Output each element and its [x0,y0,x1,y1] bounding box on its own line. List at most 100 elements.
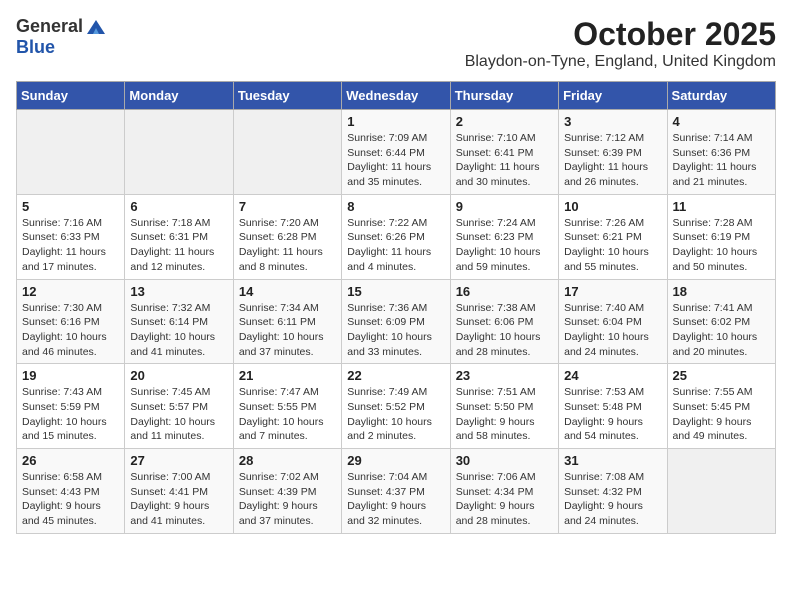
day-number: 26 [22,453,119,468]
calendar-week-5: 26 Sunrise: 6:58 AM Sunset: 4:43 PM Dayli… [17,449,776,534]
calendar-cell [667,449,775,534]
calendar-cell: 15 Sunrise: 7:36 AM Sunset: 6:09 PM Dayli… [342,279,450,364]
location-text: Blaydon-on-Tyne, England, United Kingdom [465,53,776,71]
day-info: Sunrise: 7:47 AM Sunset: 5:55 PM Dayligh… [239,385,336,444]
day-number: 17 [564,284,661,299]
weekday-header-sunday: Sunday [17,82,125,110]
month-title: October 2025 [465,16,776,53]
day-info: Sunrise: 7:26 AM Sunset: 6:21 PM Dayligh… [564,216,661,275]
logo-blue-text: Blue [16,37,55,57]
day-number: 30 [456,453,553,468]
day-number: 7 [239,199,336,214]
day-info: Sunrise: 7:02 AM Sunset: 4:39 PM Dayligh… [239,470,336,529]
calendar-cell: 17 Sunrise: 7:40 AM Sunset: 6:04 PM Dayli… [559,279,667,364]
day-number: 11 [673,199,770,214]
logo: General Blue [16,16,107,58]
day-info: Sunrise: 7:16 AM Sunset: 6:33 PM Dayligh… [22,216,119,275]
day-number: 23 [456,368,553,383]
day-info: Sunrise: 7:32 AM Sunset: 6:14 PM Dayligh… [130,301,227,360]
day-info: Sunrise: 7:38 AM Sunset: 6:06 PM Dayligh… [456,301,553,360]
day-number: 29 [347,453,444,468]
calendar-cell: 29 Sunrise: 7:04 AM Sunset: 4:37 PM Dayli… [342,449,450,534]
day-info: Sunrise: 7:43 AM Sunset: 5:59 PM Dayligh… [22,385,119,444]
day-number: 1 [347,114,444,129]
day-number: 12 [22,284,119,299]
calendar-cell: 13 Sunrise: 7:32 AM Sunset: 6:14 PM Dayli… [125,279,233,364]
day-number: 28 [239,453,336,468]
day-number: 6 [130,199,227,214]
calendar-cell: 12 Sunrise: 7:30 AM Sunset: 6:16 PM Dayli… [17,279,125,364]
day-number: 22 [347,368,444,383]
day-number: 24 [564,368,661,383]
calendar-cell: 27 Sunrise: 7:00 AM Sunset: 4:41 PM Dayli… [125,449,233,534]
day-info: Sunrise: 7:40 AM Sunset: 6:04 PM Dayligh… [564,301,661,360]
calendar-cell: 26 Sunrise: 6:58 AM Sunset: 4:43 PM Dayli… [17,449,125,534]
calendar-cell: 23 Sunrise: 7:51 AM Sunset: 5:50 PM Dayli… [450,364,558,449]
calendar-cell: 20 Sunrise: 7:45 AM Sunset: 5:57 PM Dayli… [125,364,233,449]
day-info: Sunrise: 7:45 AM Sunset: 5:57 PM Dayligh… [130,385,227,444]
day-info: Sunrise: 6:58 AM Sunset: 4:43 PM Dayligh… [22,470,119,529]
day-info: Sunrise: 7:34 AM Sunset: 6:11 PM Dayligh… [239,301,336,360]
day-info: Sunrise: 7:00 AM Sunset: 4:41 PM Dayligh… [130,470,227,529]
calendar-cell: 14 Sunrise: 7:34 AM Sunset: 6:11 PM Dayli… [233,279,341,364]
day-number: 20 [130,368,227,383]
day-number: 14 [239,284,336,299]
day-info: Sunrise: 7:41 AM Sunset: 6:02 PM Dayligh… [673,301,770,360]
calendar-cell: 5 Sunrise: 7:16 AM Sunset: 6:33 PM Daylig… [17,194,125,279]
day-info: Sunrise: 7:22 AM Sunset: 6:26 PM Dayligh… [347,216,444,275]
weekday-header-tuesday: Tuesday [233,82,341,110]
calendar-week-4: 19 Sunrise: 7:43 AM Sunset: 5:59 PM Dayli… [17,364,776,449]
day-info: Sunrise: 7:36 AM Sunset: 6:09 PM Dayligh… [347,301,444,360]
calendar-week-2: 5 Sunrise: 7:16 AM Sunset: 6:33 PM Daylig… [17,194,776,279]
day-number: 18 [673,284,770,299]
calendar-cell: 1 Sunrise: 7:09 AM Sunset: 6:44 PM Daylig… [342,110,450,195]
day-number: 16 [456,284,553,299]
day-info: Sunrise: 7:04 AM Sunset: 4:37 PM Dayligh… [347,470,444,529]
calendar-cell: 7Sunrise: 7:20 AM Sunset: 6:28 PM Daylig… [233,194,341,279]
day-number: 25 [673,368,770,383]
day-number: 5 [22,199,119,214]
calendar-cell: 10 Sunrise: 7:26 AM Sunset: 6:21 PM Dayli… [559,194,667,279]
calendar-cell: 24 Sunrise: 7:53 AM Sunset: 5:48 PM Dayli… [559,364,667,449]
calendar-week-3: 12 Sunrise: 7:30 AM Sunset: 6:16 PM Dayli… [17,279,776,364]
day-info: Sunrise: 7:51 AM Sunset: 5:50 PM Dayligh… [456,385,553,444]
day-info: Sunrise: 7:53 AM Sunset: 5:48 PM Dayligh… [564,385,661,444]
calendar-cell: 16 Sunrise: 7:38 AM Sunset: 6:06 PM Dayli… [450,279,558,364]
calendar-cell: 22 Sunrise: 7:49 AM Sunset: 5:52 PM Dayli… [342,364,450,449]
calendar-table: SundayMondayTuesdayWednesdayThursdayFrid… [16,81,776,534]
day-info: Sunrise: 7:30 AM Sunset: 6:16 PM Dayligh… [22,301,119,360]
day-number: 19 [22,368,119,383]
day-number: 8 [347,199,444,214]
calendar-cell: 8 Sunrise: 7:22 AM Sunset: 6:26 PM Daylig… [342,194,450,279]
calendar-cell: 30Sunrise: 7:06 AM Sunset: 4:34 PM Dayli… [450,449,558,534]
calendar-week-1: 1 Sunrise: 7:09 AM Sunset: 6:44 PM Daylig… [17,110,776,195]
day-number: 9 [456,199,553,214]
day-number: 4 [673,114,770,129]
calendar-cell: 6 Sunrise: 7:18 AM Sunset: 6:31 PM Daylig… [125,194,233,279]
day-info: Sunrise: 7:12 AM Sunset: 6:39 PM Dayligh… [564,131,661,190]
calendar-cell: 25 Sunrise: 7:55 AM Sunset: 5:45 PM Dayli… [667,364,775,449]
day-number: 3 [564,114,661,129]
logo-icon [85,18,107,36]
day-info: Sunrise: 7:28 AM Sunset: 6:19 PM Dayligh… [673,216,770,275]
day-info: Sunrise: 7:55 AM Sunset: 5:45 PM Dayligh… [673,385,770,444]
calendar-cell: 31Sunrise: 7:08 AM Sunset: 4:32 PM Dayli… [559,449,667,534]
day-info: Sunrise: 7:10 AM Sunset: 6:41 PM Dayligh… [456,131,553,190]
day-info: Sunrise: 7:14 AM Sunset: 6:36 PM Dayligh… [673,131,770,190]
day-number: 15 [347,284,444,299]
calendar-cell [17,110,125,195]
day-number: 10 [564,199,661,214]
weekday-header-friday: Friday [559,82,667,110]
calendar-cell: 9 Sunrise: 7:24 AM Sunset: 6:23 PM Daylig… [450,194,558,279]
weekday-header-saturday: Saturday [667,82,775,110]
calendar-cell: 4 Sunrise: 7:14 AM Sunset: 6:36 PM Daylig… [667,110,775,195]
day-info: Sunrise: 7:49 AM Sunset: 5:52 PM Dayligh… [347,385,444,444]
day-number: 21 [239,368,336,383]
calendar-cell: 18 Sunrise: 7:41 AM Sunset: 6:02 PM Dayli… [667,279,775,364]
day-info: Sunrise: 7:18 AM Sunset: 6:31 PM Dayligh… [130,216,227,275]
calendar-cell: 28 Sunrise: 7:02 AM Sunset: 4:39 PM Dayli… [233,449,341,534]
day-info: Sunrise: 7:24 AM Sunset: 6:23 PM Dayligh… [456,216,553,275]
day-info: Sunrise: 7:09 AM Sunset: 6:44 PM Dayligh… [347,131,444,190]
day-number: 27 [130,453,227,468]
day-number: 13 [130,284,227,299]
